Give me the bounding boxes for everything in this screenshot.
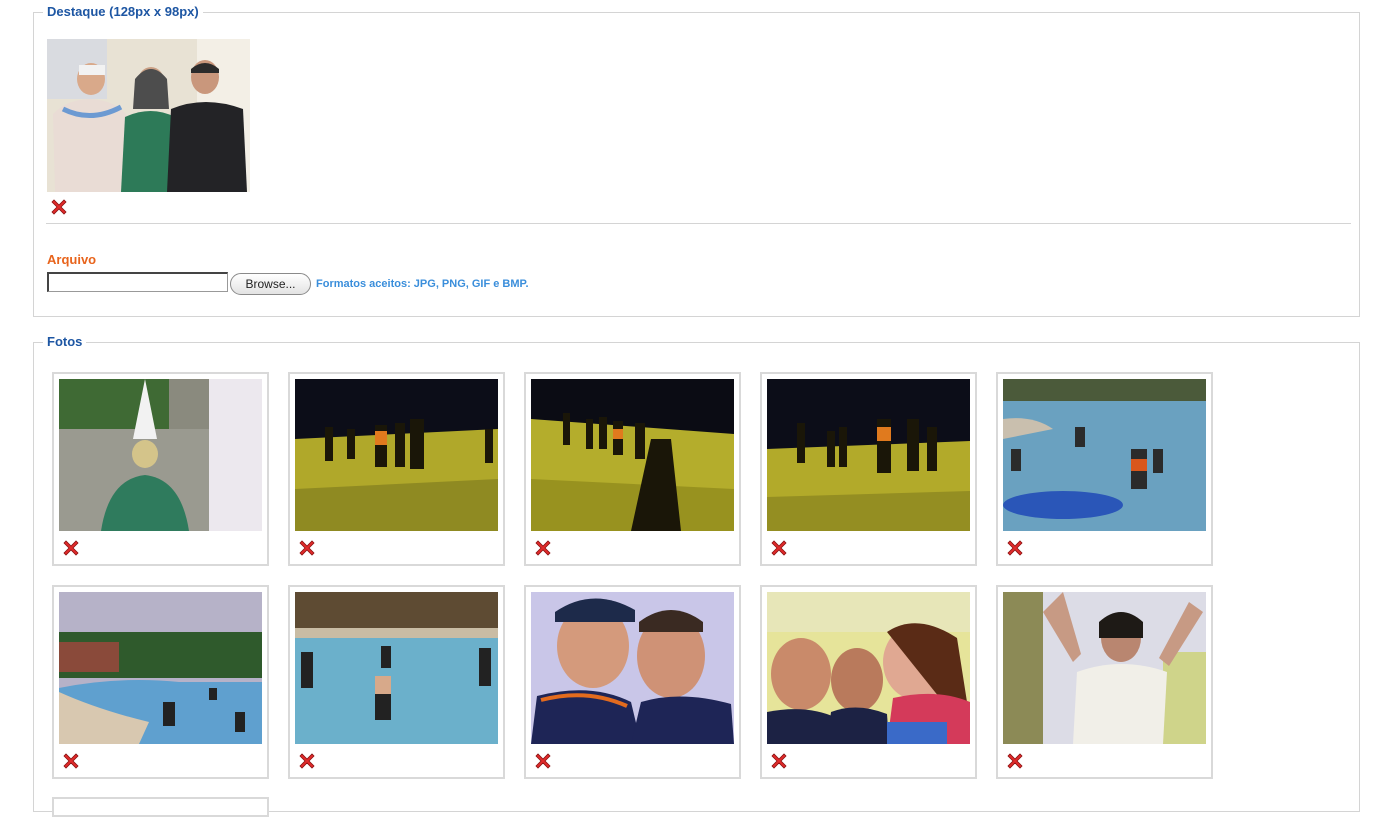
delete-icon (532, 750, 554, 772)
destaque-fieldset: Destaque (128px x 98px) Arquivo Browse..… (33, 4, 1360, 317)
fotos-fieldset: Fotos (33, 334, 1360, 817)
featured-photo (47, 39, 250, 192)
photo-card (760, 372, 977, 566)
delete-icon (60, 537, 82, 559)
photo-woman-arms-up (1003, 592, 1206, 744)
photo-card (524, 372, 741, 566)
photo-night-field-group-1 (295, 379, 498, 531)
photo-pool-people-1 (1003, 379, 1206, 531)
delete-icon (296, 537, 318, 559)
arquivo-label: Arquivo (47, 252, 97, 267)
delete-icon (768, 750, 790, 772)
delete-icon (296, 750, 318, 772)
browse-button[interactable]: Browse... (230, 273, 311, 295)
photo-card (52, 372, 269, 566)
photo-card (288, 372, 505, 566)
photo-card (996, 585, 1213, 779)
photo-card (760, 585, 977, 779)
photo-selfie-three-friends (767, 592, 970, 744)
delete-photo-button[interactable] (1004, 537, 1026, 559)
delete-icon (1004, 750, 1026, 772)
photo-night-field-group-3 (767, 379, 970, 531)
delete-icon (1004, 537, 1026, 559)
fotos-legend: Fotos (43, 334, 87, 350)
photo-card (524, 585, 741, 779)
photo-selfie-two-men (531, 592, 734, 744)
delete-photo-button[interactable] (768, 537, 790, 559)
delete-photo-button[interactable] (60, 750, 82, 772)
delete-photo-button[interactable] (532, 537, 554, 559)
photo-pool-palms (59, 592, 262, 744)
delete-photo-button[interactable] (296, 537, 318, 559)
delete-icon (48, 196, 70, 218)
delete-photo-button[interactable] (768, 750, 790, 772)
destaque-legend: Destaque (128px x 98px) (43, 4, 203, 20)
photo-card (288, 585, 505, 779)
photo-pool-people-2 (295, 592, 498, 744)
accepted-formats-text: Formatos aceitos: JPG, PNG, GIF e BMP. (316, 278, 529, 290)
delete-photo-button[interactable] (60, 537, 82, 559)
delete-photo-button[interactable] (1004, 750, 1026, 772)
delete-icon (768, 537, 790, 559)
delete-icon (532, 537, 554, 559)
photo-card (52, 585, 269, 779)
delete-featured-button[interactable] (48, 196, 70, 218)
photo-card (52, 797, 269, 817)
photo-costume-person-garden (59, 379, 262, 531)
delete-photo-button[interactable] (532, 750, 554, 772)
delete-photo-button[interactable] (296, 750, 318, 772)
divider (46, 223, 1351, 224)
delete-icon (60, 750, 82, 772)
photo-night-field-group-2 (531, 379, 734, 531)
file-input-field[interactable] (47, 272, 228, 292)
photo-card (996, 372, 1213, 566)
